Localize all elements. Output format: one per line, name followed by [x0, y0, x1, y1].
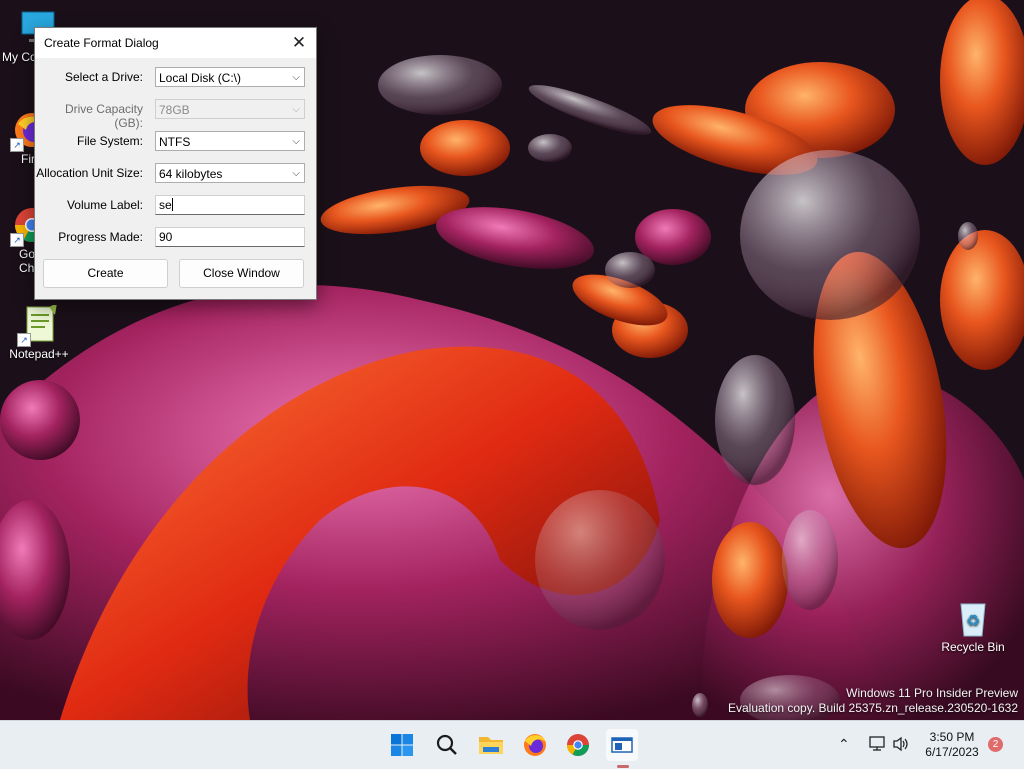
notepad-plus-plus-icon: ↗ [17, 303, 59, 347]
select-drive-label: Select a Drive: [64, 70, 143, 84]
drive-capacity-combobox: 78GB ⌵ [155, 99, 305, 119]
volume-label-value: se [159, 198, 172, 212]
windows-watermark: Windows 11 Pro Insider Preview Evaluatio… [728, 686, 1018, 715]
chevron-down-icon[interactable]: ⌵ [292, 164, 300, 184]
allocation-unit-value: 64 kilobytes [159, 167, 223, 181]
file-system-value: NTFS [159, 135, 191, 149]
close-window-button[interactable]: Close Window [179, 259, 304, 288]
chevron-down-icon: ⌵ [292, 104, 300, 115]
chrome-icon[interactable] [562, 729, 594, 761]
create-format-dialog: Create Format Dialog ✕ Select a Drive: L… [34, 27, 317, 300]
network-icon[interactable] [868, 736, 886, 755]
progress-made-value: 90 [159, 230, 173, 244]
select-drive-combobox[interactable]: Local Disk (C:\) ⌵ [155, 67, 305, 87]
drive-capacity-value: 78GB [159, 103, 190, 117]
windows-start-icon[interactable] [386, 729, 418, 761]
chevron-down-icon[interactable]: ⌵ [292, 68, 300, 88]
chevron-up-icon[interactable]: ⌃ [838, 736, 850, 753]
allocation-unit-combobox[interactable]: 64 kilobytes ⌵ [155, 163, 305, 183]
shortcut-arrow-icon: ↗ [10, 138, 24, 152]
volume-label-label: Volume Label: [66, 198, 143, 212]
volume-label-input[interactable]: se [155, 195, 305, 215]
svg-text:♻: ♻ [966, 611, 980, 630]
desktop-icon-recycle-bin[interactable]: ♻ Recycle Bin [937, 598, 1009, 654]
chevron-down-icon[interactable]: ⌵ [292, 132, 300, 152]
file-system-label: File System: [76, 134, 143, 148]
firefox-icon[interactable] [519, 729, 551, 761]
active-app-icon[interactable] [606, 729, 638, 761]
dialog-title: Create Format Dialog [44, 36, 159, 50]
allocation-unit-label: Allocation Unit Size: [36, 166, 143, 180]
progress-made-label: Progress Made: [58, 230, 143, 244]
notification-badge[interactable]: 2 [988, 737, 1003, 752]
recycle-bin-icon: ♻ [953, 598, 993, 638]
text-cursor [171, 198, 173, 211]
taskbar: ⌃ 3:50 PM 6/17/2023 2 [0, 720, 1024, 769]
desktop-icon-notepad-plus-plus[interactable]: ↗ Notepad++ [3, 303, 75, 361]
search-icon[interactable] [431, 729, 463, 761]
speaker-icon[interactable] [892, 736, 910, 755]
drive-capacity-label: Drive Capacity (GB): [64, 102, 143, 130]
clock-time: 3:50 PM [929, 730, 975, 744]
clock-date: 6/17/2023 [925, 745, 979, 759]
progress-made-input[interactable]: 90 [155, 227, 305, 247]
system-clock[interactable]: 3:50 PM 6/17/2023 [922, 730, 982, 760]
file-explorer-icon[interactable] [475, 729, 507, 761]
shortcut-arrow-icon: ↗ [10, 233, 24, 247]
file-system-combobox[interactable]: NTFS ⌵ [155, 131, 305, 151]
shortcut-arrow-icon: ↗ [17, 333, 31, 347]
create-button[interactable]: Create [43, 259, 168, 288]
dialog-titlebar[interactable]: Create Format Dialog ✕ [35, 28, 316, 58]
select-drive-value: Local Disk (C:\) [159, 71, 242, 85]
close-icon[interactable]: ✕ [282, 28, 316, 58]
